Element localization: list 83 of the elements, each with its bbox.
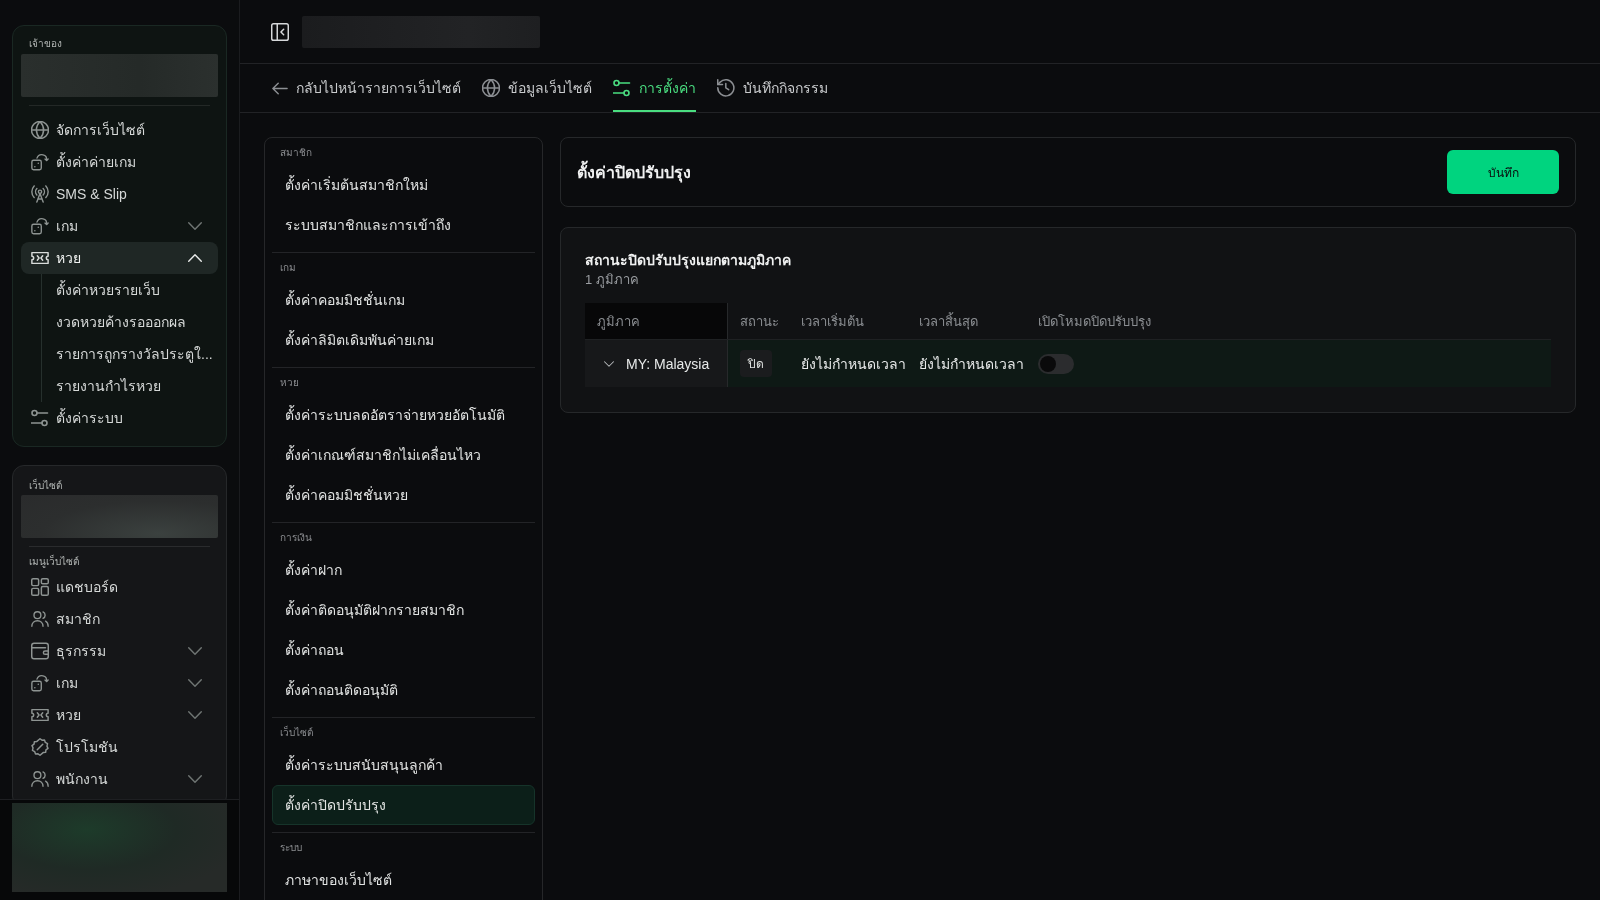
section-label: เจ้าของ [28,37,63,51]
globe-icon [31,121,49,139]
settings-menu-item[interactable]: ตั้งค่าฝาก [272,550,535,590]
sidebar-item[interactable]: ตั้งค่าระบบ [21,402,218,434]
sliders-icon [613,79,631,97]
tab[interactable]: บันทึกกิจกรรม [717,64,828,112]
sidebar-item[interactable]: ธุรกรรม [21,635,218,667]
dice-icon [31,217,49,235]
grid-icon [31,578,49,596]
sidebar-toggle-icon[interactable] [271,22,289,41]
settings-menu-item[interactable]: ตั้งค่าระบบสนับสนุนลูกค้า [272,745,535,785]
settings-menu-item[interactable]: ตั้งค่าเกณฑ์สมาชิกไม่เคลื่อนไหว [272,435,535,475]
back-link[interactable]: กลับไปหน้ารายการเว็บไซต์ [272,64,461,112]
save-button[interactable]: บันทึก [1447,150,1559,194]
region-name: MY: Malaysia [626,355,710,372]
antenna-icon [31,185,49,203]
sidebar-item[interactable]: พนักงาน [21,763,218,795]
chevron-down-icon[interactable] [188,775,202,783]
sidebar-item[interactable]: สมาชิก [21,603,218,635]
chevron-down-icon[interactable] [188,222,202,230]
history-icon [717,79,735,97]
sidebar-subitem[interactable]: งวดหวยค้างรอออกผล [56,306,218,338]
tab[interactable]: ข้อมูลเว็บไซต์ [482,64,592,112]
toggle-switch[interactable] [1038,353,1074,374]
column-header: ภูมิภาค [585,303,728,339]
settings-menu-item[interactable]: ตั้งค่าคอมมิชชั่นเกม [272,280,535,320]
section-label: เมนูเว็บไซต์ [28,555,80,569]
sidebar-item[interactable]: หวย [21,242,218,274]
sidebar-subitem[interactable]: รายการถูกรางวัลประตูใ... [56,338,218,370]
settings-menu-item[interactable]: ตั้งค่าลิมิตเดิมพันค่ายเกม [272,320,535,360]
tab[interactable]: การตั้งค่า [613,64,696,112]
users-icon [31,770,49,788]
dice-icon [31,674,49,692]
sidebar-item[interactable]: ตั้งค่าค่ายเกม [21,146,218,178]
ticket-icon [31,249,49,267]
group-label: เว็บไซต์ [279,726,314,740]
column-header: เวลาเริ่มต้น [800,312,865,331]
sliders-icon [31,409,49,427]
settings-menu-item[interactable]: ตั้งค่าถอน [272,630,535,670]
dice-icon [31,153,49,171]
ticket-icon [31,706,49,724]
column-header: เวลาสิ้นสุด [918,311,979,332]
chevron-down-icon[interactable] [188,647,202,655]
settings-menu-item[interactable]: ตั้งค่าระบบลดอัตราจ่ายหวยอัตโนมัติ [272,395,535,435]
settings-menu-item[interactable]: ตั้งค่าปิดปรับปรุง [272,785,535,825]
chevron-down-icon[interactable] [188,679,202,687]
table-cell-text: ยังไม่กำหนดเวลา [800,354,907,374]
table-cell-text: ยังไม่กำหนดเวลา [918,354,1025,374]
group-label: การเงิน [279,531,313,545]
page-title: ตั้งค่าปิดปรับปรุง [577,159,691,185]
sidebar-item[interactable]: แดชบอร์ด [21,571,218,603]
sidebar-subitem[interactable]: ตั้งค่าหวยรายเว็บ [56,274,218,306]
group-label: สมาชิก [279,146,313,160]
chevron-down-icon[interactable] [188,711,202,719]
section-label: เว็บไซต์ [28,479,63,493]
settings-menu-item[interactable]: ระบบสมาชิกและการเข้าถึง [272,205,535,245]
sidebar-item[interactable]: SMS & Slip [21,178,218,210]
arrow-left-icon [272,81,288,95]
users-icon [31,610,49,628]
settings-menu-item[interactable]: ตั้งค่าถอนติดอนุมัติ [272,670,535,710]
sidebar-subitem[interactable]: รายงานกำไรหวย [56,370,218,402]
group-label: ระบบ [279,841,303,855]
settings-menu-item[interactable]: ตั้งค่าติดอนุมัติฝากรายสมาชิก [272,590,535,630]
sidebar-item[interactable]: หวย [21,699,218,731]
column-header: เปิดโหมดปิดปรับปรุง [1037,312,1152,332]
globe-icon [482,79,500,97]
sidebar-item[interactable]: เกม [21,667,218,699]
group-label: เกม [279,261,297,275]
sidebar-item[interactable]: จัดการเว็บไซต์ [21,114,218,146]
wallet-icon [31,642,49,660]
badge-icon [31,738,49,756]
column-header: สถานะ [739,312,780,331]
settings-menu-item[interactable]: ตั้งค่าคอมมิชชั่นหวย [272,475,535,515]
sidebar-item[interactable]: โปรโมชัน [21,731,218,763]
chevron-up-icon[interactable] [188,254,202,262]
status-badge: ปิด [740,350,772,377]
chevron-down-icon[interactable] [604,360,614,367]
sidebar-item[interactable]: เกม [21,210,218,242]
card-title: สถานะปิดปรับปรุงแยกตามภูมิภาค [585,251,791,270]
settings-menu-item[interactable]: ตั้งค่าเริ่มต้นสมาชิกใหม่ [272,165,535,205]
region-count: 1 ภูมิภาค [585,271,639,290]
settings-menu-item[interactable]: ภาษาของเว็บไซต์ [272,860,535,900]
group-label: หวย [279,376,300,390]
